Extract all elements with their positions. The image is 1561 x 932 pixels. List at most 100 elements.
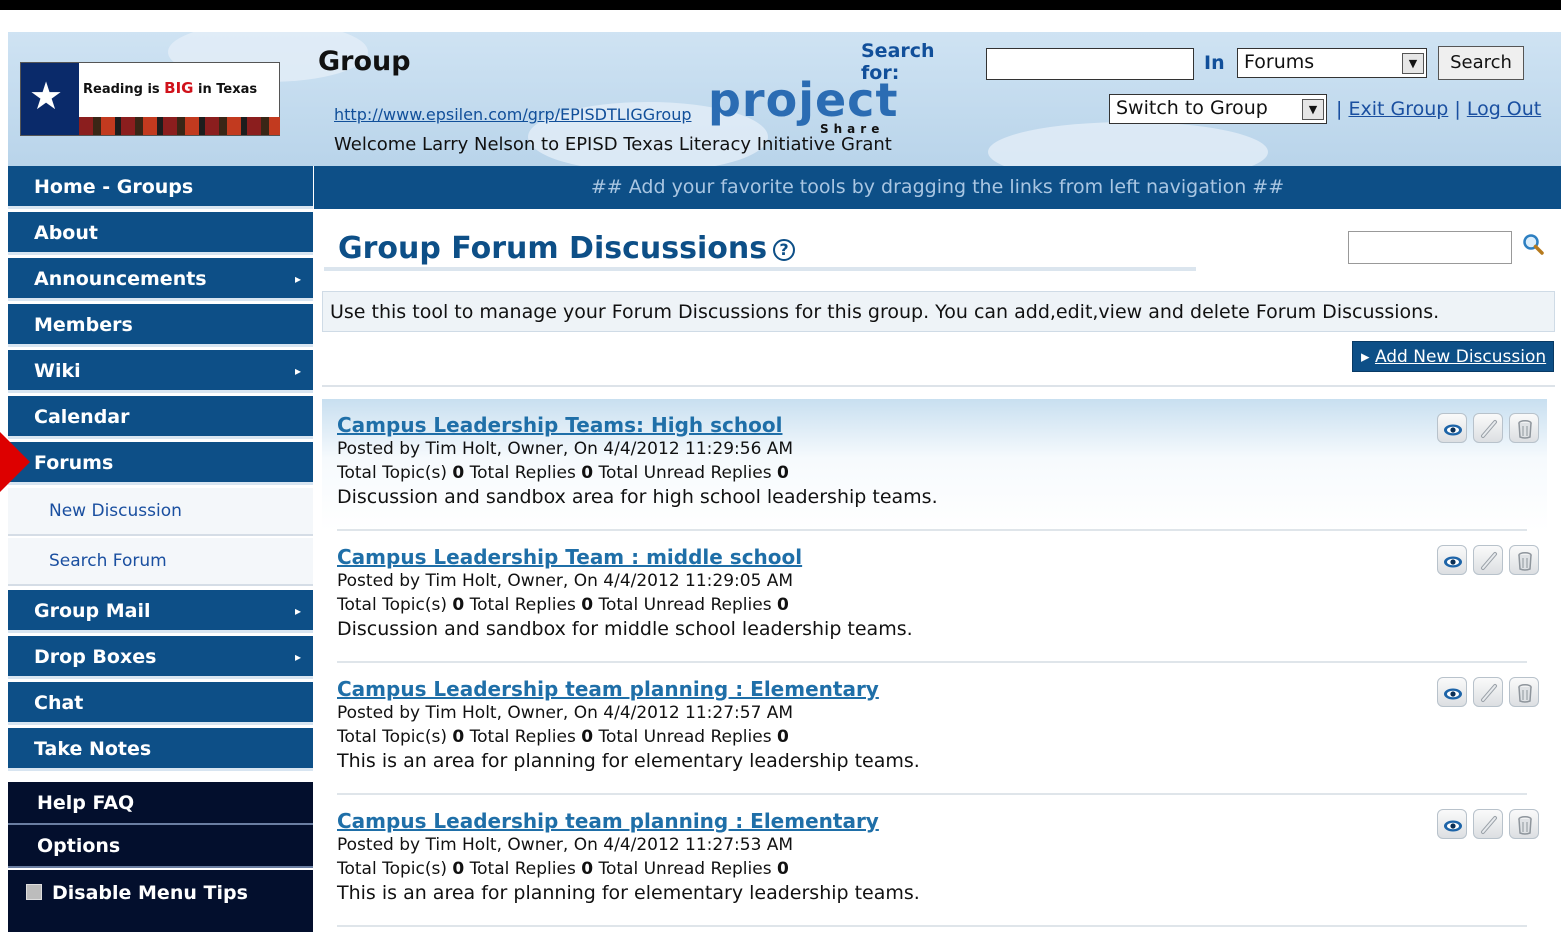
sidebar-item-take-notes[interactable]: Take Notes [8,728,313,771]
discussion-counts: Total Topic(s) 0 Total Replies 0 Total U… [337,463,789,483]
discussion-title-link[interactable]: Campus Leadership team planning : Elemen… [337,809,879,833]
exit-group-link[interactable]: Exit Group [1348,98,1448,120]
sidebar-item-home-groups[interactable]: Home - Groups [8,166,313,209]
discussion-row: Campus Leadership team planning : Elemen… [322,795,1547,927]
sidebar-item-drop-boxes[interactable]: Drop Boxes ▸ [8,636,313,679]
group-title: Group [318,46,411,77]
sidebar-item-chat[interactable]: Chat [8,682,313,725]
discussion-title-link[interactable]: Campus Leadership Teams: High school [337,413,782,437]
eye-icon[interactable] [1437,677,1467,707]
trash-icon[interactable] [1509,413,1539,443]
discussion-title-link[interactable]: Campus Leadership team planning : Elemen… [337,677,879,701]
group-url-link[interactable]: http://www.epsilen.com/grp/EPISDTLIGGrou… [334,105,692,124]
log-out-link[interactable]: Log Out [1467,98,1541,120]
sidebar-item-label: Calendar [34,406,130,428]
chevron-down-icon: ▼ [1402,53,1424,74]
discussion-description: Discussion and sandbox for middle school… [337,618,913,640]
search-icon[interactable] [1522,233,1544,255]
logo-text: Reading is BIG in Texas [83,79,258,97]
pencil-icon[interactable] [1473,677,1503,707]
disable-menu-tips-toggle[interactable]: Disable Menu Tips [8,870,313,932]
sidebar-subitem-new-discussion[interactable]: New Discussion [8,488,313,536]
discussion-counts: Total Topic(s) 0 Total Replies 0 Total U… [337,727,789,747]
discussion-title-link[interactable]: Campus Leadership Team : middle school [337,545,802,569]
disable-menu-tips-checkbox[interactable] [26,884,42,900]
reading-is-big-logo[interactable]: ★ Reading is BIG in Texas [20,62,280,136]
trash-icon[interactable] [1509,677,1539,707]
sidebar-item-label: Announcements [34,268,207,290]
sidebar-item-group-mail[interactable]: Group Mail ▸ [8,590,313,633]
welcome-text: Welcome Larry Nelson to EPISD Texas Lite… [334,134,892,155]
sidebar: Home - Groups About Announcements ▸ Membe… [8,166,314,932]
eye-icon[interactable] [1437,545,1467,575]
divider [337,925,1527,927]
chevron-right-icon: ▸ [294,604,301,618]
add-new-discussion-button[interactable]: ▸ Add New Discussion [1352,341,1554,372]
sidebar-item-options[interactable]: Options [8,825,313,868]
divider [322,385,1555,387]
sidebar-item-forums[interactable]: Forums [8,442,313,485]
title-underline [324,267,1196,271]
discussion-actions [1437,809,1541,839]
add-new-discussion-label: Add New Discussion [1374,347,1547,367]
logo-photo-strip [79,117,280,135]
discussion-meta: Posted by Tim Holt, Owner, On 4/4/2012 1… [337,835,794,855]
page-title-text: Group Forum Discussions [338,231,768,266]
search-button[interactable]: Search [1438,46,1524,80]
sidebar-item-members[interactable]: Members [8,304,313,347]
eye-icon[interactable] [1437,809,1467,839]
discussion-row: Campus Leadership Team : middle school P… [322,531,1547,663]
pencil-icon[interactable] [1473,413,1503,443]
switch-group-value: Switch to Group [1116,97,1268,119]
sidebar-item-label: Members [34,314,133,336]
discussion-actions [1437,677,1541,707]
header: ★ Reading is BIG in Texas Group http://w… [8,32,1561,166]
discussion-row: Campus Leadership Teams: High school Pos… [322,399,1547,531]
search-scope-select[interactable]: Forums ▼ [1237,48,1427,78]
sidebar-item-label: Help FAQ [37,792,135,814]
sidebar-item-label: Chat [34,692,84,714]
sidebar-item-about[interactable]: About [8,212,313,255]
main-content: Group Forum Discussions? Use this tool t… [314,209,1561,930]
discussion-row: Campus Leadership team planning : Elemen… [322,663,1547,795]
sidebar-item-label: Drop Boxes [34,646,157,668]
sidebar-item-label: Home - Groups [34,176,194,198]
header-search-input[interactable] [986,48,1194,80]
sidebar-item-label: New Discussion [49,501,182,521]
header-links: | Exit Group | Log Out [1336,98,1542,120]
discussion-description: Discussion and sandbox area for high sch… [337,486,938,508]
sidebar-item-label: Wiki [34,360,81,382]
chevron-right-icon: ▸ [294,364,301,378]
discussion-actions [1437,413,1541,443]
forum-search-input[interactable] [1348,231,1512,264]
switch-group-select[interactable]: Switch to Group ▼ [1109,94,1327,124]
help-icon[interactable]: ? [773,238,796,261]
sidebar-item-label: About [34,222,98,244]
info-banner: Use this tool to manage your Forum Discu… [322,291,1555,332]
sidebar-subitem-search-forum[interactable]: Search Forum [8,538,313,586]
trash-icon[interactable] [1509,809,1539,839]
header-cloud [988,122,1268,166]
trash-icon[interactable] [1509,545,1539,575]
discussion-description: This is an area for planning for element… [337,882,920,904]
sidebar-item-help-faq[interactable]: Help FAQ [8,782,313,825]
star-icon: ★ [29,74,64,118]
chevron-right-icon: ▸ [294,650,301,664]
sidebar-item-calendar[interactable]: Calendar [8,396,313,439]
page-title: Group Forum Discussions? [338,231,796,266]
top-black-bar [0,0,1561,10]
favorites-dropzone[interactable]: ## Add your favorite tools by dragging t… [314,166,1561,209]
sidebar-item-label: Forums [34,452,114,474]
red-pointer-arrow-icon [0,432,30,492]
pencil-icon[interactable] [1473,545,1503,575]
disable-menu-tips-label: Disable Menu Tips [52,882,248,904]
search-for-label: Search for: [861,40,935,84]
sidebar-item-announcements[interactable]: Announcements ▸ [8,258,313,301]
eye-icon[interactable] [1437,413,1467,443]
search-scope-value: Forums [1244,51,1315,73]
discussion-counts: Total Topic(s) 0 Total Replies 0 Total U… [337,595,789,615]
discussion-counts: Total Topic(s) 0 Total Replies 0 Total U… [337,859,789,879]
sidebar-item-wiki[interactable]: Wiki ▸ [8,350,313,393]
pencil-icon[interactable] [1473,809,1503,839]
in-label: In [1204,52,1225,74]
